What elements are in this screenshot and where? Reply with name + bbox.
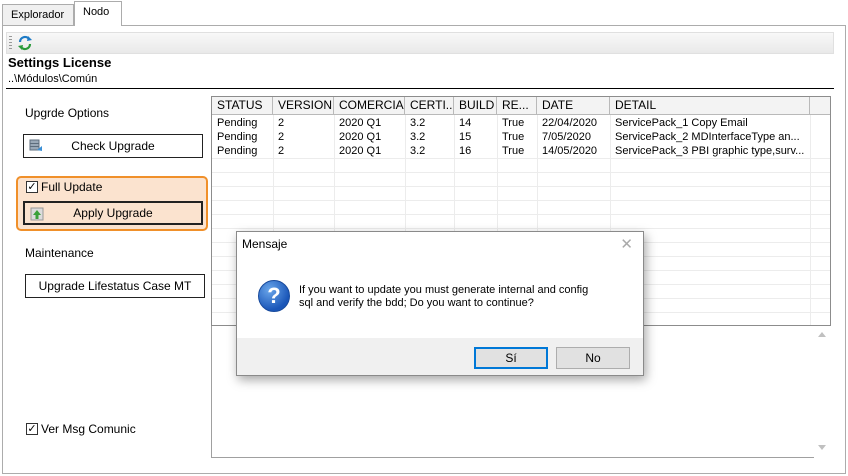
full-update-label: Full Update	[41, 180, 103, 194]
cell-version: 2	[278, 117, 285, 129]
cell-detail: ServicePack_3 PBI graphic type,surv...	[615, 145, 805, 157]
cell-version: 2	[278, 131, 285, 143]
toolbar	[6, 32, 834, 54]
refresh-icon[interactable]	[17, 35, 33, 51]
table-header: STATUS VERSION COMERCIAL CERTI... BUILD …	[212, 97, 830, 115]
cell-detail: ServicePack_2 MDInterfaceType an...	[615, 131, 800, 143]
cell-build: 14	[459, 117, 472, 129]
maintenance-label: Maintenance	[25, 246, 94, 260]
cell-comercial: 2020 Q1	[339, 131, 382, 143]
tab-explorador[interactable]: Explorador	[2, 4, 74, 26]
cell-re: True	[502, 145, 525, 157]
cell-build: 15	[459, 131, 472, 143]
no-button[interactable]: No	[556, 347, 630, 369]
cell-re: True	[502, 131, 525, 143]
check-upgrade-button[interactable]: Check Upgrade	[23, 134, 203, 158]
row-divider	[212, 172, 830, 173]
cell-version: 2	[278, 145, 285, 157]
column-header-detail[interactable]: DETAIL	[610, 97, 810, 115]
column-header-status[interactable]: STATUS	[212, 97, 273, 115]
column-header-build[interactable]: BUILD	[454, 97, 497, 115]
cell-re: True	[502, 117, 525, 129]
cell-certi: 3.2	[410, 117, 426, 129]
column-header-version[interactable]: VERSION	[273, 97, 334, 115]
ver-msg-label: Ver Msg Comunic	[41, 422, 136, 436]
cell-certi: 3.2	[410, 145, 426, 157]
full-update-checkbox[interactable]: ✓	[26, 181, 38, 193]
ver-msg-checkbox[interactable]: ✓	[26, 423, 38, 435]
cell-detail: ServicePack_1 Copy Email	[615, 117, 748, 129]
check-upgrade-label: Check Upgrade	[71, 139, 155, 153]
cell-date: 22/04/2020	[542, 117, 598, 129]
table-row[interactable]: Pending 2 2020 Q1 3.2 15 True 7/05/2020 …	[212, 130, 830, 144]
column-header-date[interactable]: DATE	[537, 97, 610, 115]
row-divider	[212, 158, 830, 159]
dialog-message: If you want to update you must generate …	[299, 284, 589, 309]
upgrade-lifestatus-button[interactable]: Upgrade Lifestatus Case MT	[25, 274, 205, 298]
table-row[interactable]: Pending 2 2020 Q1 3.2 14 True 22/04/2020…	[212, 116, 830, 130]
cell-date: 7/05/2020	[542, 131, 591, 143]
table-row[interactable]: Pending 2 2020 Q1 3.2 16 True 14/05/2020…	[212, 144, 830, 158]
cell-certi: 3.2	[410, 131, 426, 143]
dialog-footer: Sí No	[237, 338, 643, 375]
toolbar-grip	[9, 36, 12, 50]
row-divider	[212, 200, 830, 201]
breadcrumb: ..\Módulos\Común	[8, 73, 98, 85]
header-divider	[6, 88, 834, 89]
dialog-title: Mensaje	[242, 237, 288, 251]
tab-bar: Explorador Nodo	[0, 0, 848, 26]
confirmation-dialog: Mensaje ✕ ? If you want to update you mu…	[236, 231, 644, 376]
upgrade-options-label: Upgrde Options	[25, 106, 110, 120]
vertical-scrollbar[interactable]	[814, 326, 831, 458]
cell-build: 16	[459, 145, 472, 157]
upgrade-lifestatus-label: Upgrade Lifestatus Case MT	[38, 279, 192, 293]
column-header-certi[interactable]: CERTI...	[405, 97, 454, 115]
row-divider	[212, 214, 830, 215]
page-title: Settings License	[8, 55, 112, 70]
cell-status: Pending	[217, 117, 258, 129]
apply-upgrade-label: Apply Upgrade	[73, 206, 153, 220]
row-divider	[212, 186, 830, 187]
scroll-down-arrow-icon[interactable]	[818, 445, 826, 450]
cell-status: Pending	[217, 145, 258, 157]
yes-button[interactable]: Sí	[474, 347, 548, 369]
column-header-comercial[interactable]: COMERCIAL	[334, 97, 405, 115]
close-icon[interactable]: ✕	[620, 235, 633, 253]
tab-nodo[interactable]: Nodo	[74, 1, 122, 26]
row-divider	[212, 228, 830, 229]
cell-date: 14/05/2020	[542, 145, 598, 157]
column-header-re[interactable]: RE...	[497, 97, 537, 115]
cell-comercial: 2020 Q1	[339, 145, 382, 157]
scroll-up-arrow-icon[interactable]	[818, 332, 826, 337]
question-icon: ?	[258, 280, 290, 312]
cell-comercial: 2020 Q1	[339, 117, 382, 129]
apply-upgrade-button[interactable]: Apply Upgrade	[23, 201, 203, 225]
cell-status: Pending	[217, 131, 258, 143]
